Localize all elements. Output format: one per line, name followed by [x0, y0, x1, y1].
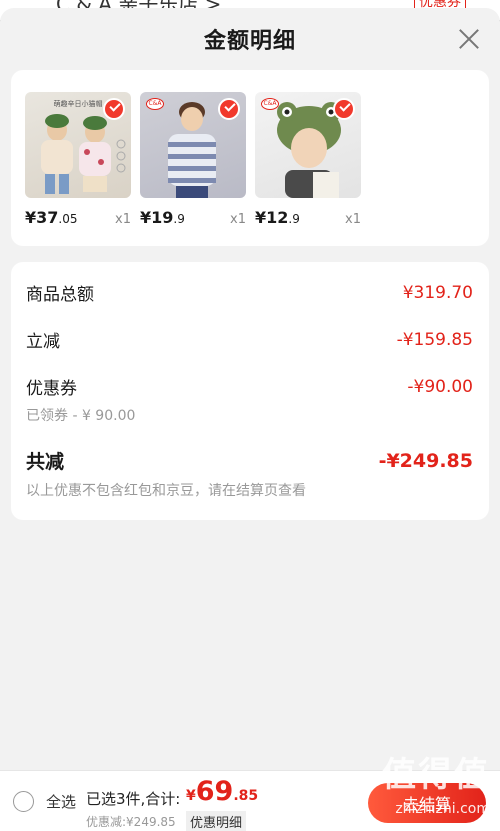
total-value: ¥319.70 [402, 282, 473, 303]
coupon-group: 优惠券 -¥90.00 已领券 - ¥ 90.00 [26, 374, 473, 425]
coupon-label: 优惠券 [26, 379, 77, 399]
product-qty: x1 [230, 212, 246, 227]
selected-check-icon[interactable] [333, 98, 355, 120]
total-discount-group: 共减 -¥249.85 以上优惠不包含红包和京豆，请在结算页查看 [26, 447, 473, 500]
product-price: ¥19.9 [140, 208, 185, 227]
product-image: C&A [140, 92, 246, 198]
product-item[interactable]: C&A ¥19.9 x1 [140, 92, 246, 246]
sheet-header: 金额明细 [0, 8, 500, 70]
product-price: ¥12.9 [255, 208, 300, 227]
products-card: 萌趣辛日小猫帽 ¥37.05 x1 C&A ¥19.9 x1 C&A ¥12.9… [11, 70, 489, 246]
watermark-url: zhizhizhi.com [395, 801, 490, 817]
selected-info: 已选3件,合计: [86, 790, 181, 808]
close-icon[interactable] [458, 28, 480, 50]
discount-detail-link[interactable]: 优惠明细 [186, 811, 247, 831]
watermark-logo: 值得值 [382, 755, 490, 795]
price-detail-sheet: 金额明细 萌趣辛日小猫帽 ¥37.05 x1 C&A ¥19.9 x1 C&A … [0, 8, 500, 770]
select-all-label[interactable]: 全选 [46, 791, 76, 812]
product-item[interactable]: C&A ¥12.9 x1 [255, 92, 361, 246]
checkout-bar: 全选 已选3件,合计: ¥69.85 优惠减:¥249.85 优惠明细 去结算 … [0, 755, 500, 831]
product-qty: x1 [115, 212, 131, 227]
discount-amount: 优惠减:¥249.85 [86, 815, 176, 829]
total-discount-value: -¥249.85 [378, 449, 473, 472]
discount-note: 以上优惠不包含红包和京豆，请在结算页查看 [26, 483, 306, 499]
brand-logo: C&A [146, 98, 164, 110]
brand-logo: C&A [261, 98, 279, 110]
total-amount: ¥69.85 [186, 776, 259, 807]
total-row: 商品总额 ¥319.70 [26, 280, 473, 306]
product-item[interactable]: 萌趣辛日小猫帽 ¥37.05 x1 [25, 92, 131, 246]
select-all-radio[interactable] [13, 791, 34, 812]
product-qty: x1 [345, 212, 361, 227]
coupon-claimed-text: 已领券 - ¥ 90.00 [26, 408, 136, 424]
total-discount-label: 共减 [26, 451, 65, 473]
summary-card: 商品总额 ¥319.70 立减 -¥159.85 优惠券 -¥90.00 已领券… [11, 262, 489, 520]
coupon-value: -¥90.00 [407, 376, 473, 397]
direct-discount-value: -¥159.85 [396, 329, 473, 350]
selected-check-icon[interactable] [103, 98, 125, 120]
product-image: 萌趣辛日小猫帽 [25, 92, 131, 198]
direct-discount-row: 立减 -¥159.85 [26, 327, 473, 353]
product-price: ¥37.05 [25, 208, 78, 227]
total-label: 商品总额 [26, 285, 94, 305]
sheet-title: 金额明细 [203, 29, 296, 54]
product-image: C&A [255, 92, 361, 198]
direct-discount-label: 立减 [26, 332, 60, 352]
banner-text: 萌趣辛日小猫帽 [54, 99, 103, 108]
selected-check-icon[interactable] [218, 98, 240, 120]
